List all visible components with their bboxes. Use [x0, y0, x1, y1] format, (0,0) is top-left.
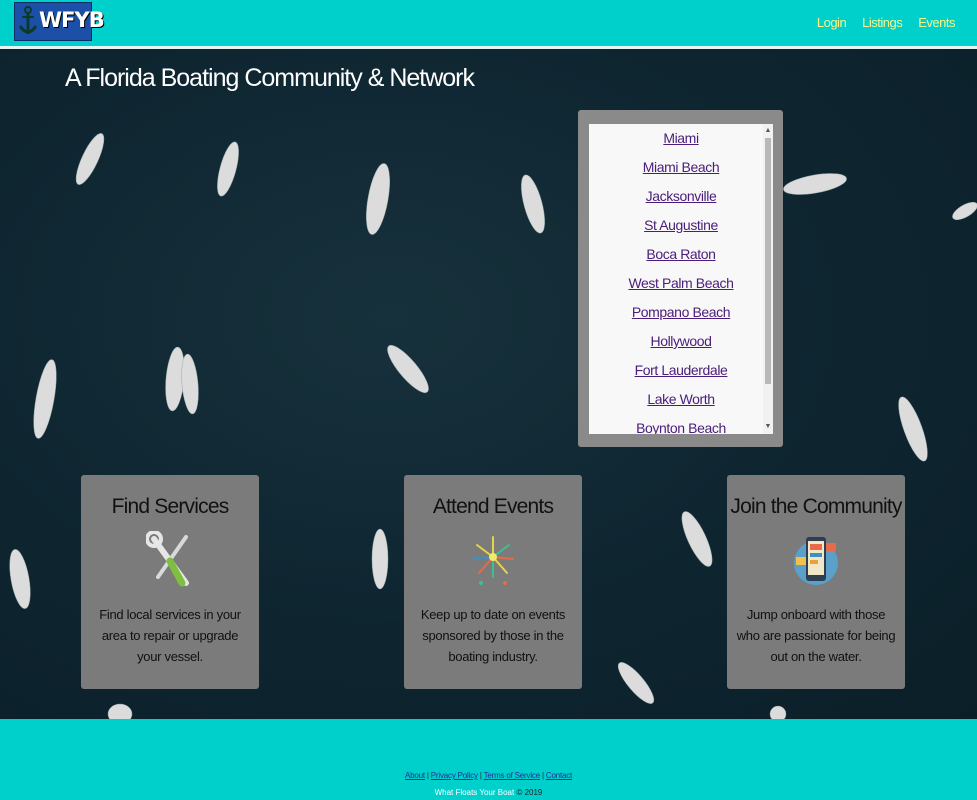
list-item: Miami — [589, 130, 773, 159]
scroll-down-icon[interactable]: ▼ — [763, 422, 773, 432]
list-item: Miami Beach — [589, 159, 773, 188]
logo-text: WFYB — [39, 8, 105, 32]
top-navbar: WFYB Login Listings Events — [0, 0, 977, 49]
card-find-services[interactable]: Find Services Find local services in you… — [81, 475, 259, 689]
footer: About | Privacy Policy | Terms of Servic… — [0, 719, 977, 800]
page-title: A Florida Boating Community & Network — [65, 64, 475, 92]
list-item: West Palm Beach — [589, 275, 773, 304]
city-link-lake-worth[interactable]: Lake Worth — [647, 391, 715, 407]
anchor-icon — [18, 6, 38, 34]
card-attend-events[interactable]: Attend Events Keep up to date on events … — [404, 475, 582, 689]
fireworks-icon — [472, 536, 514, 585]
city-link-pompano-beach[interactable]: Pompano Beach — [632, 304, 731, 320]
card-title: Join the Community — [730, 495, 902, 518]
card-description: Keep up to date on events sponsored by t… — [420, 607, 566, 664]
scroll-up-icon[interactable]: ▲ — [763, 126, 773, 136]
city-link-hollywood[interactable]: Hollywood — [651, 333, 712, 349]
site-logo[interactable]: WFYB — [14, 2, 105, 41]
list-item: St Augustine — [589, 217, 773, 246]
city-link-miami[interactable]: Miami — [663, 130, 699, 146]
scrollbar-thumb[interactable] — [765, 138, 771, 384]
card-description: Jump onboard with those who are passiona… — [736, 607, 896, 664]
footer-link-about[interactable]: About — [405, 771, 425, 780]
nav-listings[interactable]: Listings — [862, 15, 903, 30]
hero-background: A Florida Boating Community & Network Mi… — [0, 49, 977, 719]
footer-link-privacy[interactable]: Privacy Policy — [431, 771, 478, 780]
footer-links: About | Privacy Policy | Terms of Servic… — [404, 771, 573, 780]
city-link-jacksonville[interactable]: Jacksonville — [646, 188, 717, 204]
main-nav: Login Listings Events — [817, 15, 956, 30]
copyright-year: © 2019 — [516, 788, 543, 797]
wrench-screwdriver-icon — [145, 530, 189, 587]
footer-link-contact[interactable]: Contact — [546, 771, 572, 780]
nav-login[interactable]: Login — [817, 15, 847, 30]
list-item: Fort Lauderdale — [589, 362, 773, 391]
city-link-boynton-beach[interactable]: Boynton Beach — [636, 420, 726, 434]
city-link-miami-beach[interactable]: Miami Beach — [643, 159, 720, 175]
phone-community-icon — [794, 537, 838, 585]
list-item: Boynton Beach — [589, 420, 773, 434]
list-item: Lake Worth — [589, 391, 773, 420]
city-link-fort-lauderdale[interactable]: Fort Lauderdale — [635, 362, 728, 378]
city-link-st-augustine[interactable]: St Augustine — [644, 217, 718, 233]
cities-panel: Miami Miami Beach Jacksonville St August… — [578, 110, 783, 447]
list-item: Boca Raton — [589, 246, 773, 275]
nav-events[interactable]: Events — [918, 15, 955, 30]
card-title: Find Services — [111, 495, 230, 518]
card-description: Find local services in your area to repa… — [99, 607, 241, 664]
list-item: Hollywood — [589, 333, 773, 362]
cities-list: Miami Miami Beach Jacksonville St August… — [589, 124, 773, 434]
list-item: Jacksonville — [589, 188, 773, 217]
city-link-west-palm-beach[interactable]: West Palm Beach — [628, 275, 733, 291]
footer-copyright: What Floats Your Boat © 2019 — [0, 788, 977, 797]
cities-scroll-list[interactable]: Miami Miami Beach Jacksonville St August… — [589, 124, 773, 434]
list-item: Pompano Beach — [589, 304, 773, 333]
card-join-community[interactable]: Join the Community Jump onboard with tho… — [727, 475, 905, 689]
card-title: Attend Events — [432, 495, 554, 518]
footer-link-terms[interactable]: Terms of Service — [484, 771, 541, 780]
city-link-boca-raton[interactable]: Boca Raton — [646, 246, 716, 262]
cities-scrollbar[interactable]: ▲ ▼ — [763, 124, 773, 434]
footer-brand: What Floats Your Boat — [434, 788, 515, 797]
